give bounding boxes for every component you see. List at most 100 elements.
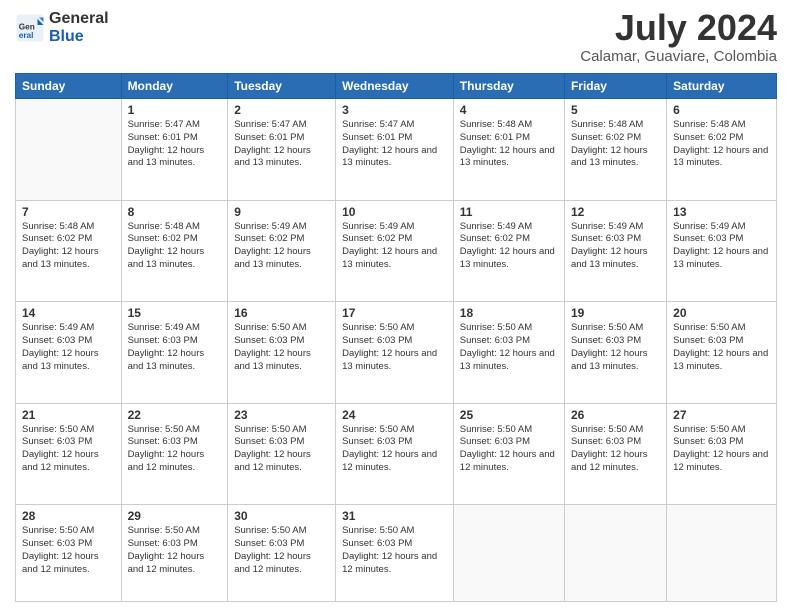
day-number: 28 [22, 509, 115, 523]
col-friday: Friday [564, 74, 666, 99]
calendar-cell: 2 Sunrise: 5:47 AMSunset: 6:01 PMDaylight… [228, 99, 336, 201]
calendar-cell: 31 Sunrise: 5:50 AMSunset: 6:03 PMDayligh… [336, 505, 454, 602]
calendar-week-row: 21 Sunrise: 5:50 AMSunset: 6:03 PMDayligh… [16, 403, 777, 505]
logo-text: General Blue [49, 10, 109, 45]
day-info: Sunrise: 5:48 AMSunset: 6:02 PMDaylight:… [128, 221, 222, 272]
calendar-cell: 11 Sunrise: 5:49 AMSunset: 6:02 PMDayligh… [453, 200, 564, 302]
day-number: 4 [460, 103, 558, 117]
col-saturday: Saturday [667, 74, 777, 99]
day-info: Sunrise: 5:50 AMSunset: 6:03 PMDaylight:… [571, 424, 660, 475]
day-number: 30 [234, 509, 329, 523]
col-thursday: Thursday [453, 74, 564, 99]
calendar-cell: 15Sunrise: 5:49 AMSunset: 6:03 PMDayligh… [121, 302, 228, 404]
day-info: Sunrise: 5:50 AMSunset: 6:03 PMDaylight:… [234, 525, 329, 576]
day-number: 14 [22, 306, 115, 320]
calendar-cell: 8 Sunrise: 5:48 AMSunset: 6:02 PMDaylight… [121, 200, 228, 302]
day-number: 2 [234, 103, 329, 117]
day-number: 7 [22, 205, 115, 219]
day-info: Sunrise: 5:50 AMSunset: 6:03 PMDaylight:… [128, 525, 222, 576]
day-number: 27 [673, 408, 770, 422]
calendar-cell: 14 Sunrise: 5:49 AMSunset: 6:03 PMDayligh… [16, 302, 122, 404]
day-info: Sunrise: 5:47 AMSunset: 6:01 PMDaylight:… [342, 119, 447, 170]
calendar-cell [667, 505, 777, 602]
day-info: Sunrise: 5:50 AMSunset: 6:03 PMDaylight:… [234, 424, 329, 475]
day-info: Sunrise: 5:49 AMSunset: 6:03 PMDaylight:… [673, 221, 770, 272]
month-year-title: July 2024 [580, 10, 777, 46]
calendar-cell: 24 Sunrise: 5:50 AMSunset: 6:03 PMDayligh… [336, 403, 454, 505]
day-info: Sunrise: 5:50 AMSunset: 6:03 PMDaylight:… [460, 322, 558, 373]
calendar-week-row: 1 Sunrise: 5:47 AMSunset: 6:01 PMDaylight… [16, 99, 777, 201]
day-info: Sunrise: 5:50 AMSunset: 6:03 PMDaylight:… [128, 424, 222, 475]
day-info: Sunrise: 5:47 AMSunset: 6:01 PMDaylight:… [234, 119, 329, 170]
calendar-page: Gen eral General Blue July 2024 Calamar,… [0, 0, 792, 612]
day-number: 1 [128, 103, 222, 117]
calendar-cell: 29 Sunrise: 5:50 AMSunset: 6:03 PMDayligh… [121, 505, 228, 602]
col-wednesday: Wednesday [336, 74, 454, 99]
calendar-cell: 6 Sunrise: 5:48 AMSunset: 6:02 PMDaylight… [667, 99, 777, 201]
calendar-table: Sunday Monday Tuesday Wednesday Thursday… [15, 73, 777, 602]
location-subtitle: Calamar, Guaviare, Colombia [580, 48, 777, 65]
calendar-body: 1 Sunrise: 5:47 AMSunset: 6:01 PMDaylight… [16, 99, 777, 602]
calendar-cell: 23Sunrise: 5:50 AMSunset: 6:03 PMDayligh… [228, 403, 336, 505]
col-tuesday: Tuesday [228, 74, 336, 99]
day-info: Sunrise: 5:49 AMSunset: 6:03 PMDaylight:… [22, 322, 115, 373]
logo-icon: Gen eral [15, 13, 45, 43]
day-number: 6 [673, 103, 770, 117]
calendar-cell: 28 Sunrise: 5:50 AMSunset: 6:03 PMDayligh… [16, 505, 122, 602]
day-number: 10 [342, 205, 447, 219]
calendar-week-row: 28 Sunrise: 5:50 AMSunset: 6:03 PMDayligh… [16, 505, 777, 602]
day-number: 11 [460, 205, 558, 219]
calendar-cell: 10 Sunrise: 5:49 AMSunset: 6:02 PMDayligh… [336, 200, 454, 302]
calendar-week-row: 14 Sunrise: 5:49 AMSunset: 6:03 PMDayligh… [16, 302, 777, 404]
calendar-cell: 12Sunrise: 5:49 AMSunset: 6:03 PMDayligh… [564, 200, 666, 302]
day-info: Sunrise: 5:48 AMSunset: 6:01 PMDaylight:… [460, 119, 558, 170]
day-number: 19 [571, 306, 660, 320]
calendar-cell: 7 Sunrise: 5:48 AMSunset: 6:02 PMDaylight… [16, 200, 122, 302]
day-info: Sunrise: 5:50 AMSunset: 6:03 PMDaylight:… [342, 424, 447, 475]
day-number: 31 [342, 509, 447, 523]
day-info: Sunrise: 5:50 AMSunset: 6:03 PMDaylight:… [342, 525, 447, 576]
calendar-cell [564, 505, 666, 602]
day-number: 13 [673, 205, 770, 219]
header: Gen eral General Blue July 2024 Calamar,… [15, 10, 777, 65]
calendar-header-row: Sunday Monday Tuesday Wednesday Thursday… [16, 74, 777, 99]
day-info: Sunrise: 5:49 AMSunset: 6:02 PMDaylight:… [342, 221, 447, 272]
logo: Gen eral General Blue [15, 10, 109, 45]
calendar-cell: 18 Sunrise: 5:50 AMSunset: 6:03 PMDayligh… [453, 302, 564, 404]
day-info: Sunrise: 5:50 AMSunset: 6:03 PMDaylight:… [22, 525, 115, 576]
calendar-cell: 3Sunrise: 5:47 AMSunset: 6:01 PMDaylight… [336, 99, 454, 201]
day-number: 20 [673, 306, 770, 320]
calendar-cell: 25 Sunrise: 5:50 AMSunset: 6:03 PMDayligh… [453, 403, 564, 505]
day-number: 29 [128, 509, 222, 523]
calendar-cell: 20 Sunrise: 5:50 AMSunset: 6:03 PMDayligh… [667, 302, 777, 404]
day-info: Sunrise: 5:50 AMSunset: 6:03 PMDaylight:… [460, 424, 558, 475]
logo-blue-text: Blue [49, 28, 109, 46]
day-number: 21 [22, 408, 115, 422]
day-number: 8 [128, 205, 222, 219]
calendar-cell: 5Sunrise: 5:48 AMSunset: 6:02 PMDaylight… [564, 99, 666, 201]
day-info: Sunrise: 5:49 AMSunset: 6:03 PMDaylight:… [128, 322, 222, 373]
col-monday: Monday [121, 74, 228, 99]
day-number: 9 [234, 205, 329, 219]
calendar-cell: 4 Sunrise: 5:48 AMSunset: 6:01 PMDaylight… [453, 99, 564, 201]
day-info: Sunrise: 5:48 AMSunset: 6:02 PMDaylight:… [22, 221, 115, 272]
calendar-cell: 26 Sunrise: 5:50 AMSunset: 6:03 PMDayligh… [564, 403, 666, 505]
col-sunday: Sunday [16, 74, 122, 99]
day-number: 25 [460, 408, 558, 422]
day-number: 16 [234, 306, 329, 320]
calendar-cell: 27 Sunrise: 5:50 AMSunset: 6:03 PMDayligh… [667, 403, 777, 505]
day-info: Sunrise: 5:50 AMSunset: 6:03 PMDaylight:… [673, 424, 770, 475]
calendar-cell: 17Sunrise: 5:50 AMSunset: 6:03 PMDayligh… [336, 302, 454, 404]
day-info: Sunrise: 5:50 AMSunset: 6:03 PMDaylight:… [673, 322, 770, 373]
day-number: 17 [342, 306, 447, 320]
day-number: 26 [571, 408, 660, 422]
day-info: Sunrise: 5:50 AMSunset: 6:03 PMDaylight:… [571, 322, 660, 373]
calendar-cell: 19 Sunrise: 5:50 AMSunset: 6:03 PMDayligh… [564, 302, 666, 404]
day-info: Sunrise: 5:48 AMSunset: 6:02 PMDaylight:… [673, 119, 770, 170]
svg-text:eral: eral [19, 30, 34, 39]
day-number: 24 [342, 408, 447, 422]
day-info: Sunrise: 5:49 AMSunset: 6:02 PMDaylight:… [460, 221, 558, 272]
day-number: 12 [571, 205, 660, 219]
day-number: 18 [460, 306, 558, 320]
calendar-cell [453, 505, 564, 602]
